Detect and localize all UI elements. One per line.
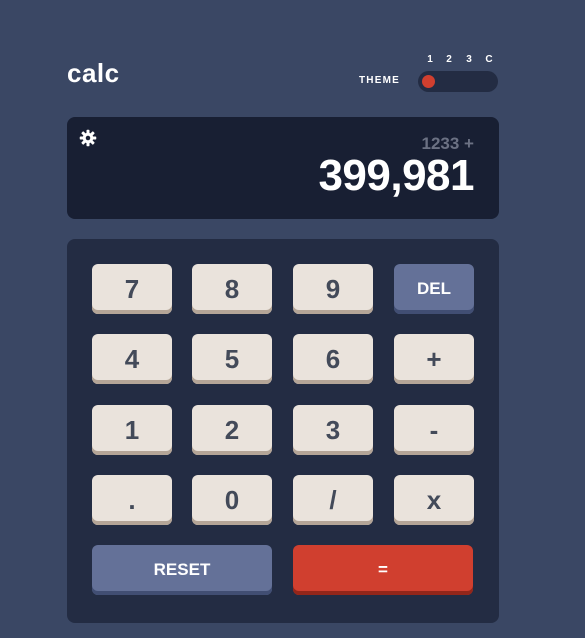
key-multiply[interactable]: x bbox=[394, 475, 474, 525]
key-5[interactable]: 5 bbox=[192, 334, 272, 384]
key-1[interactable]: 1 bbox=[92, 405, 172, 455]
key-3[interactable]: 3 bbox=[293, 405, 373, 455]
theme-label: THEME bbox=[359, 75, 400, 86]
key-8[interactable]: 8 bbox=[192, 264, 272, 314]
key-decimal[interactable]: . bbox=[92, 475, 172, 525]
theme-option-1[interactable]: 1 bbox=[424, 54, 436, 65]
key-0[interactable]: 0 bbox=[192, 475, 272, 525]
theme-option-2[interactable]: 2 bbox=[443, 54, 455, 65]
keypad: 7 8 9 DEL 4 5 6 + 1 2 3 - . 0 / x RESET … bbox=[67, 239, 499, 623]
result-text: 399,981 bbox=[318, 151, 474, 200]
key-4[interactable]: 4 bbox=[92, 334, 172, 384]
key-divide[interactable]: / bbox=[293, 475, 373, 525]
theme-toggle[interactable] bbox=[418, 71, 498, 92]
key-minus[interactable]: - bbox=[394, 405, 474, 455]
theme-options: 1 2 3 C bbox=[420, 54, 498, 68]
theme-option-3[interactable]: 3 bbox=[463, 54, 475, 65]
gear-icon[interactable] bbox=[79, 129, 97, 147]
reset-button[interactable]: RESET bbox=[92, 545, 272, 595]
delete-button[interactable]: DEL bbox=[394, 264, 474, 314]
key-2[interactable]: 2 bbox=[192, 405, 272, 455]
key-6[interactable]: 6 bbox=[293, 334, 373, 384]
key-7[interactable]: 7 bbox=[92, 264, 172, 314]
equals-button[interactable]: = bbox=[293, 545, 473, 595]
app-title: calc bbox=[67, 58, 120, 88]
calculator-display: 1233 + 399,981 bbox=[67, 117, 499, 219]
key-9[interactable]: 9 bbox=[293, 264, 373, 314]
key-plus[interactable]: + bbox=[394, 334, 474, 384]
theme-option-c[interactable]: C bbox=[483, 54, 495, 65]
theme-toggle-knob[interactable] bbox=[422, 75, 435, 88]
